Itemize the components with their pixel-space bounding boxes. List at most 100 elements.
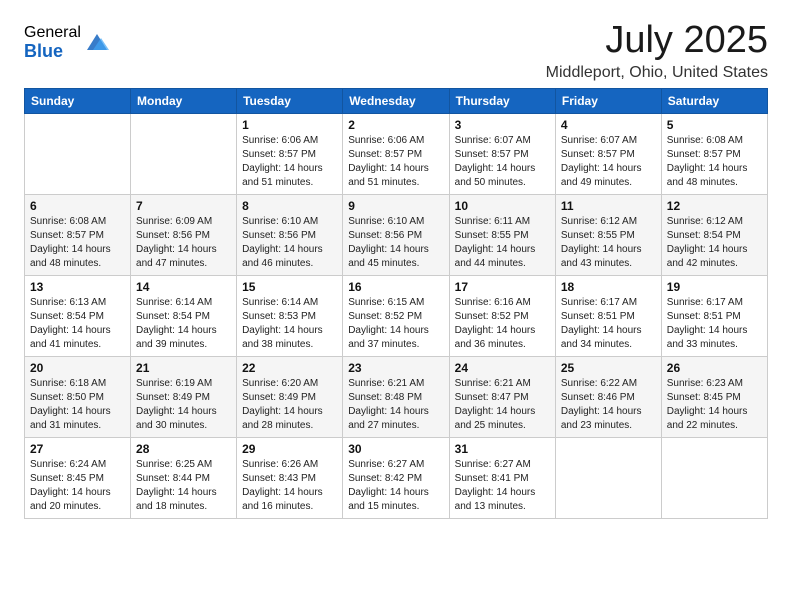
- calendar-cell: [131, 113, 237, 194]
- calendar-cell: 5 Sunrise: 6:08 AM Sunset: 8:57 PM Daylig…: [661, 113, 767, 194]
- calendar-cell: 22Sunrise: 6:20 AM Sunset: 8:49 PM Dayli…: [237, 356, 343, 437]
- weekday-header-tuesday: Tuesday: [237, 88, 343, 113]
- day-info: Sunrise: 6:14 AM Sunset: 8:53 PM Dayligh…: [242, 296, 337, 352]
- calendar-cell: 12 Sunrise: 6:12 AM Sunset: 8:54 PM Dayli…: [661, 194, 767, 275]
- calendar-cell: 17 Sunrise: 6:16 AM Sunset: 8:52 PM Dayli…: [449, 275, 555, 356]
- calendar-cell: [555, 437, 661, 518]
- location-title: Middleport, Ohio, United States: [546, 64, 768, 82]
- day-info: Sunrise: 6:22 AM Sunset: 8:46 PM Dayligh…: [561, 377, 656, 433]
- day-info: Sunrise: 6:27 AM Sunset: 8:41 PM Dayligh…: [455, 458, 550, 514]
- day-number: 19: [667, 280, 762, 294]
- calendar-cell: 26Sunrise: 6:23 AM Sunset: 8:45 PM Dayli…: [661, 356, 767, 437]
- calendar-week-row: 1 Sunrise: 6:06 AM Sunset: 8:57 PM Daylig…: [25, 113, 768, 194]
- weekday-header-saturday: Saturday: [661, 88, 767, 113]
- day-info: Sunrise: 6:19 AM Sunset: 8:49 PM Dayligh…: [136, 377, 231, 433]
- calendar-cell: 9Sunrise: 6:10 AM Sunset: 8:56 PM Daylig…: [343, 194, 449, 275]
- day-number: 23: [348, 361, 443, 375]
- weekday-header-wednesday: Wednesday: [343, 88, 449, 113]
- day-info: Sunrise: 6:08 AM Sunset: 8:57 PM Dayligh…: [667, 134, 762, 190]
- day-info: Sunrise: 6:20 AM Sunset: 8:49 PM Dayligh…: [242, 377, 337, 433]
- day-number: 21: [136, 361, 231, 375]
- day-number: 6: [30, 199, 125, 213]
- day-info: Sunrise: 6:14 AM Sunset: 8:54 PM Dayligh…: [136, 296, 231, 352]
- day-number: 17: [455, 280, 550, 294]
- month-title: July 2025: [546, 20, 768, 62]
- day-info: Sunrise: 6:16 AM Sunset: 8:52 PM Dayligh…: [455, 296, 550, 352]
- calendar-cell: 27 Sunrise: 6:24 AM Sunset: 8:45 PM Dayli…: [25, 437, 131, 518]
- day-number: 18: [561, 280, 656, 294]
- day-number: 24: [455, 361, 550, 375]
- calendar-cell: 3 Sunrise: 6:07 AM Sunset: 8:57 PM Daylig…: [449, 113, 555, 194]
- calendar-cell: 4 Sunrise: 6:07 AM Sunset: 8:57 PM Daylig…: [555, 113, 661, 194]
- day-info: Sunrise: 6:21 AM Sunset: 8:48 PM Dayligh…: [348, 377, 443, 433]
- day-number: 25: [561, 361, 656, 375]
- title-area: July 2025 Middleport, Ohio, United State…: [546, 20, 768, 82]
- day-number: 20: [30, 361, 125, 375]
- logo: General Blue: [24, 24, 111, 61]
- calendar-cell: 15Sunrise: 6:14 AM Sunset: 8:53 PM Dayli…: [237, 275, 343, 356]
- calendar-cell: 6 Sunrise: 6:08 AM Sunset: 8:57 PM Daylig…: [25, 194, 131, 275]
- day-info: Sunrise: 6:27 AM Sunset: 8:42 PM Dayligh…: [348, 458, 443, 514]
- day-info: Sunrise: 6:07 AM Sunset: 8:57 PM Dayligh…: [455, 134, 550, 190]
- weekday-header-row: SundayMondayTuesdayWednesdayThursdayFrid…: [25, 88, 768, 113]
- calendar-cell: 11Sunrise: 6:12 AM Sunset: 8:55 PM Dayli…: [555, 194, 661, 275]
- calendar-cell: 28Sunrise: 6:25 AM Sunset: 8:44 PM Dayli…: [131, 437, 237, 518]
- day-info: Sunrise: 6:25 AM Sunset: 8:44 PM Dayligh…: [136, 458, 231, 514]
- logo-icon: [83, 28, 111, 56]
- day-info: Sunrise: 6:07 AM Sunset: 8:57 PM Dayligh…: [561, 134, 656, 190]
- calendar-cell: 29 Sunrise: 6:26 AM Sunset: 8:43 PM Dayli…: [237, 437, 343, 518]
- day-info: Sunrise: 6:10 AM Sunset: 8:56 PM Dayligh…: [242, 215, 337, 271]
- calendar-cell: 13Sunrise: 6:13 AM Sunset: 8:54 PM Dayli…: [25, 275, 131, 356]
- calendar-cell: 7Sunrise: 6:09 AM Sunset: 8:56 PM Daylig…: [131, 194, 237, 275]
- day-number: 31: [455, 442, 550, 456]
- day-info: Sunrise: 6:24 AM Sunset: 8:45 PM Dayligh…: [30, 458, 125, 514]
- calendar-cell: 10 Sunrise: 6:11 AM Sunset: 8:55 PM Dayli…: [449, 194, 555, 275]
- day-number: 8: [242, 199, 337, 213]
- day-number: 2: [348, 118, 443, 132]
- calendar-cell: 24 Sunrise: 6:21 AM Sunset: 8:47 PM Dayli…: [449, 356, 555, 437]
- day-info: Sunrise: 6:06 AM Sunset: 8:57 PM Dayligh…: [242, 134, 337, 190]
- calendar-cell: [661, 437, 767, 518]
- day-number: 13: [30, 280, 125, 294]
- day-number: 5: [667, 118, 762, 132]
- day-info: Sunrise: 6:09 AM Sunset: 8:56 PM Dayligh…: [136, 215, 231, 271]
- day-number: 14: [136, 280, 231, 294]
- day-number: 10: [455, 199, 550, 213]
- day-number: 29: [242, 442, 337, 456]
- calendar-table: SundayMondayTuesdayWednesdayThursdayFrid…: [24, 88, 768, 519]
- day-info: Sunrise: 6:18 AM Sunset: 8:50 PM Dayligh…: [30, 377, 125, 433]
- day-info: Sunrise: 6:11 AM Sunset: 8:55 PM Dayligh…: [455, 215, 550, 271]
- day-info: Sunrise: 6:26 AM Sunset: 8:43 PM Dayligh…: [242, 458, 337, 514]
- calendar-cell: 18 Sunrise: 6:17 AM Sunset: 8:51 PM Dayli…: [555, 275, 661, 356]
- calendar-week-row: 27 Sunrise: 6:24 AM Sunset: 8:45 PM Dayli…: [25, 437, 768, 518]
- day-info: Sunrise: 6:21 AM Sunset: 8:47 PM Dayligh…: [455, 377, 550, 433]
- calendar-week-row: 13Sunrise: 6:13 AM Sunset: 8:54 PM Dayli…: [25, 275, 768, 356]
- calendar-cell: 19Sunrise: 6:17 AM Sunset: 8:51 PM Dayli…: [661, 275, 767, 356]
- calendar-cell: 21 Sunrise: 6:19 AM Sunset: 8:49 PM Dayli…: [131, 356, 237, 437]
- day-info: Sunrise: 6:17 AM Sunset: 8:51 PM Dayligh…: [561, 296, 656, 352]
- day-info: Sunrise: 6:15 AM Sunset: 8:52 PM Dayligh…: [348, 296, 443, 352]
- day-info: Sunrise: 6:06 AM Sunset: 8:57 PM Dayligh…: [348, 134, 443, 190]
- weekday-header-sunday: Sunday: [25, 88, 131, 113]
- logo-general: General: [24, 24, 81, 42]
- day-info: Sunrise: 6:08 AM Sunset: 8:57 PM Dayligh…: [30, 215, 125, 271]
- calendar-cell: 30Sunrise: 6:27 AM Sunset: 8:42 PM Dayli…: [343, 437, 449, 518]
- day-number: 16: [348, 280, 443, 294]
- calendar-cell: 14 Sunrise: 6:14 AM Sunset: 8:54 PM Dayli…: [131, 275, 237, 356]
- day-number: 3: [455, 118, 550, 132]
- calendar-week-row: 20 Sunrise: 6:18 AM Sunset: 8:50 PM Dayli…: [25, 356, 768, 437]
- calendar-cell: 20 Sunrise: 6:18 AM Sunset: 8:50 PM Dayli…: [25, 356, 131, 437]
- day-number: 4: [561, 118, 656, 132]
- calendar-cell: 2 Sunrise: 6:06 AM Sunset: 8:57 PM Daylig…: [343, 113, 449, 194]
- weekday-header-friday: Friday: [555, 88, 661, 113]
- day-info: Sunrise: 6:12 AM Sunset: 8:55 PM Dayligh…: [561, 215, 656, 271]
- day-number: 12: [667, 199, 762, 213]
- calendar-week-row: 6 Sunrise: 6:08 AM Sunset: 8:57 PM Daylig…: [25, 194, 768, 275]
- day-info: Sunrise: 6:10 AM Sunset: 8:56 PM Dayligh…: [348, 215, 443, 271]
- page-header: General Blue July 2025 Middleport, Ohio,…: [24, 20, 768, 82]
- day-info: Sunrise: 6:23 AM Sunset: 8:45 PM Dayligh…: [667, 377, 762, 433]
- day-number: 27: [30, 442, 125, 456]
- calendar-cell: 31 Sunrise: 6:27 AM Sunset: 8:41 PM Dayli…: [449, 437, 555, 518]
- day-info: Sunrise: 6:12 AM Sunset: 8:54 PM Dayligh…: [667, 215, 762, 271]
- day-number: 1: [242, 118, 337, 132]
